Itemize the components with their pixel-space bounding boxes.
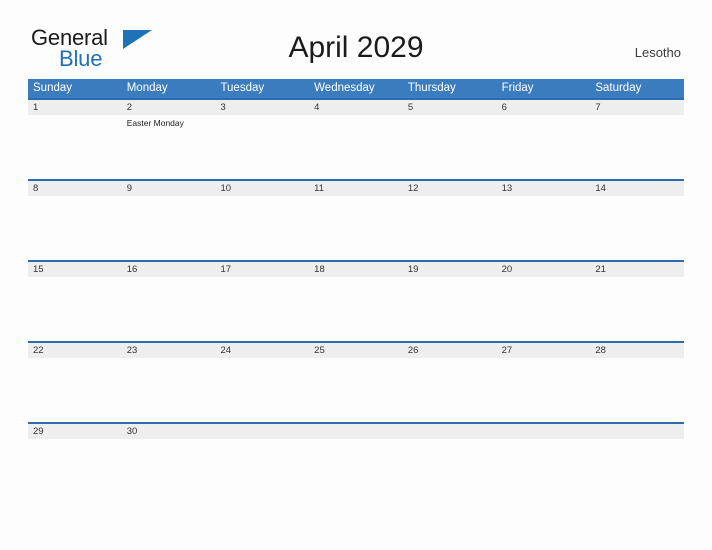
week-day-number-band: 22 23 24 25 26 27 28 [28, 343, 684, 358]
day-number[interactable] [497, 424, 591, 439]
day-event[interactable] [403, 115, 497, 179]
day-event[interactable] [497, 277, 591, 341]
day-number[interactable]: 13 [497, 181, 591, 196]
day-number[interactable] [309, 424, 403, 439]
day-event[interactable] [215, 358, 309, 422]
page-title: April 2029 [288, 31, 424, 64]
day-event[interactable] [28, 115, 122, 179]
day-number[interactable]: 29 [28, 424, 122, 439]
day-number[interactable]: 7 [590, 100, 684, 115]
week-event-band [28, 439, 684, 503]
day-event[interactable] [215, 115, 309, 179]
day-event[interactable] [309, 196, 403, 260]
calendar-week-row: 29 30 [28, 422, 684, 503]
week-event-band [28, 358, 684, 422]
weekday-header-sunday: Sunday [33, 82, 73, 94]
day-number[interactable]: 23 [122, 343, 216, 358]
page-header: General Blue April 2029 Lesotho [0, 0, 712, 78]
day-number[interactable]: 25 [309, 343, 403, 358]
calendar-week-row: 22 23 24 25 26 27 28 [28, 341, 684, 422]
day-event[interactable] [590, 439, 684, 503]
day-event[interactable] [28, 196, 122, 260]
day-number[interactable]: 30 [122, 424, 216, 439]
day-event[interactable] [403, 358, 497, 422]
day-number[interactable]: 18 [309, 262, 403, 277]
day-number[interactable]: 20 [497, 262, 591, 277]
day-event[interactable] [28, 358, 122, 422]
day-event[interactable] [403, 439, 497, 503]
day-event[interactable] [215, 196, 309, 260]
day-event[interactable] [497, 358, 591, 422]
weekday-header-tuesday: Tuesday [220, 82, 265, 94]
weekday-header-thursday: Thursday [407, 82, 456, 94]
day-event[interactable] [590, 196, 684, 260]
day-event[interactable] [122, 196, 216, 260]
day-number[interactable]: 14 [590, 181, 684, 196]
day-number[interactable]: 2 [122, 100, 216, 115]
day-event[interactable] [309, 277, 403, 341]
weekday-header-saturday: Saturday [595, 82, 642, 94]
day-event[interactable] [309, 439, 403, 503]
day-event[interactable] [28, 439, 122, 503]
day-number[interactable]: 15 [28, 262, 122, 277]
day-number[interactable]: 22 [28, 343, 122, 358]
day-event[interactable] [497, 196, 591, 260]
week-day-number-band: 1 2 3 4 5 6 7 [28, 100, 684, 115]
week-event-band: Easter Monday [28, 115, 684, 179]
day-number[interactable]: 9 [122, 181, 216, 196]
calendar-week-row: 8 9 10 11 12 13 14 [28, 179, 684, 260]
day-number[interactable]: 11 [309, 181, 403, 196]
week-day-number-band: 8 9 10 11 12 13 14 [28, 181, 684, 196]
weekday-header-row: Sunday Monday Tuesday Wednesday Thursday… [28, 79, 684, 98]
day-number[interactable]: 19 [403, 262, 497, 277]
day-event[interactable]: Easter Monday [122, 115, 216, 179]
day-event[interactable] [403, 277, 497, 341]
day-event[interactable] [309, 115, 403, 179]
week-day-number-band: 29 30 [28, 424, 684, 439]
day-number[interactable]: 4 [309, 100, 403, 115]
day-number[interactable]: 10 [215, 181, 309, 196]
calendar-week-row: 15 16 17 18 19 20 21 [28, 260, 684, 341]
day-number[interactable]: 27 [497, 343, 591, 358]
weekday-header-wednesday: Wednesday [314, 82, 375, 94]
week-day-number-band: 15 16 17 18 19 20 21 [28, 262, 684, 277]
day-event[interactable] [215, 277, 309, 341]
day-number[interactable]: 24 [215, 343, 309, 358]
week-event-band [28, 277, 684, 341]
day-number[interactable]: 3 [215, 100, 309, 115]
day-number[interactable]: 28 [590, 343, 684, 358]
day-number[interactable] [215, 424, 309, 439]
locale-label: Lesotho [634, 45, 681, 60]
day-event[interactable] [122, 358, 216, 422]
calendar-grid: Sunday Monday Tuesday Wednesday Thursday… [28, 79, 684, 503]
day-number[interactable] [590, 424, 684, 439]
day-event[interactable] [122, 277, 216, 341]
day-event[interactable] [122, 439, 216, 503]
day-number[interactable]: 21 [590, 262, 684, 277]
day-number[interactable]: 16 [122, 262, 216, 277]
day-event[interactable] [590, 358, 684, 422]
day-event[interactable] [497, 115, 591, 179]
day-number[interactable]: 12 [403, 181, 497, 196]
day-number[interactable]: 6 [497, 100, 591, 115]
day-event[interactable] [497, 439, 591, 503]
week-event-band [28, 196, 684, 260]
day-number[interactable]: 5 [403, 100, 497, 115]
day-event[interactable] [590, 115, 684, 179]
day-event[interactable] [309, 358, 403, 422]
day-number[interactable]: 8 [28, 181, 122, 196]
weekday-header-friday: Friday [501, 82, 534, 94]
day-event[interactable] [590, 277, 684, 341]
day-number[interactable]: 26 [403, 343, 497, 358]
calendar-week-row: 1 2 3 4 5 6 7 Easter Monday [28, 98, 684, 179]
weekday-header-monday: Monday [126, 82, 168, 94]
day-number[interactable] [403, 424, 497, 439]
day-event[interactable] [403, 196, 497, 260]
day-number[interactable]: 1 [28, 100, 122, 115]
day-event[interactable] [215, 439, 309, 503]
day-number[interactable]: 17 [215, 262, 309, 277]
day-event[interactable] [28, 277, 122, 341]
